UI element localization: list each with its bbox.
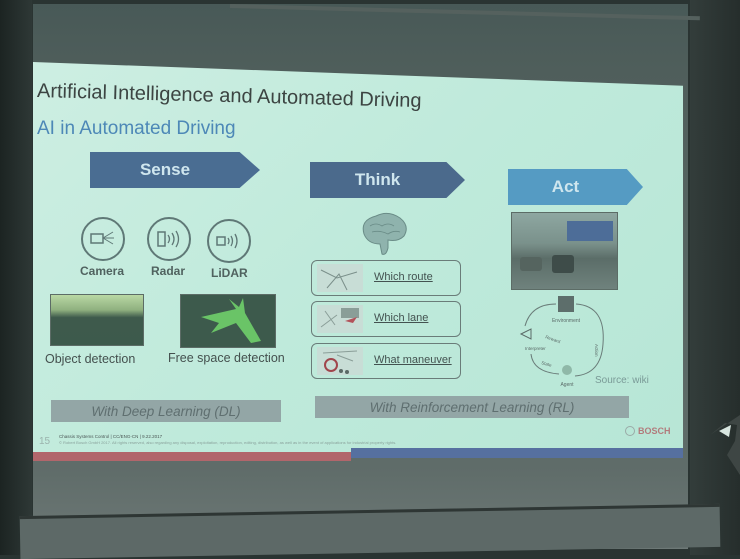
presenter-hand: [710, 415, 740, 475]
radar-icon: [147, 217, 191, 261]
think-label: Think: [354, 170, 401, 189]
page-number: 15: [39, 436, 51, 447]
slide-stripe-blue: [351, 448, 683, 458]
free-space-detection-image: [180, 294, 276, 348]
footer-department: Chassis Systems Control | CC/ENG-CN | 9.…: [59, 434, 163, 439]
state-text: State: [541, 360, 553, 368]
car: [520, 257, 542, 271]
car: [552, 255, 574, 273]
think-item-what-maneuver[interactable]: What maneuver: [311, 343, 461, 379]
presentation-slide: Artificial Intelligence and Automated Dr…: [33, 62, 683, 457]
sense-label: Sense: [139, 160, 191, 179]
maneuver-icon: [317, 347, 363, 375]
bosch-wordmark: BOSCH: [638, 426, 671, 436]
free-space-detection-label: Free space detection: [168, 351, 285, 365]
slide-subtitle: AI in Automated Driving: [37, 118, 236, 139]
think-arrow: Think: [310, 162, 465, 198]
interpreter-text: Interpreter: [525, 346, 546, 351]
lane-icon: [317, 305, 363, 333]
environment-box: [558, 296, 574, 312]
reward-text: Reward: [545, 334, 562, 344]
object-detection-image: [50, 294, 144, 346]
camera-label: Camera: [80, 264, 125, 278]
agent-text: Agent: [560, 382, 574, 388]
environment-text: Environment: [552, 318, 581, 324]
sense-arrow: Sense: [90, 152, 260, 188]
which-route-link[interactable]: Which route: [374, 271, 433, 283]
bosch-logo-icon: [625, 426, 635, 436]
camera-icon: [81, 217, 125, 261]
road-sign: [567, 221, 613, 241]
which-lane-link[interactable]: Which lane: [374, 312, 428, 324]
source-note: Source: wiki: [595, 375, 649, 386]
footer-copyright: © Robert Bosch GmbH 2017. All rights res…: [59, 440, 397, 445]
route-map-icon: [317, 264, 363, 292]
radar-label: Radar: [151, 264, 186, 278]
deep-learning-bar: With Deep Learning (DL): [51, 400, 281, 422]
act-label: Act: [551, 177, 580, 196]
brain-icon: [362, 212, 407, 255]
action-text: Action: [594, 344, 599, 357]
act-arrow: Act: [508, 169, 643, 205]
highway-image: [511, 212, 618, 290]
bosch-brand: BOSCH: [625, 426, 671, 436]
slide-title: Artificial Intelligence and Automated Dr…: [36, 80, 422, 113]
think-item-which-lane[interactable]: Which lane: [311, 301, 461, 337]
slide-stripe-red: [33, 452, 351, 461]
what-maneuver-link[interactable]: What maneuver: [374, 354, 452, 366]
lidar-label: LiDAR: [211, 266, 248, 280]
object-detection-label: Object detection: [45, 352, 136, 366]
agent-icon: [562, 365, 572, 375]
room-wall-left: [0, 0, 32, 555]
lidar-icon: [207, 219, 251, 263]
think-item-which-route[interactable]: Which route: [311, 260, 461, 296]
reinforcement-learning-bar: With Reinforcement Learning (RL): [315, 396, 629, 418]
